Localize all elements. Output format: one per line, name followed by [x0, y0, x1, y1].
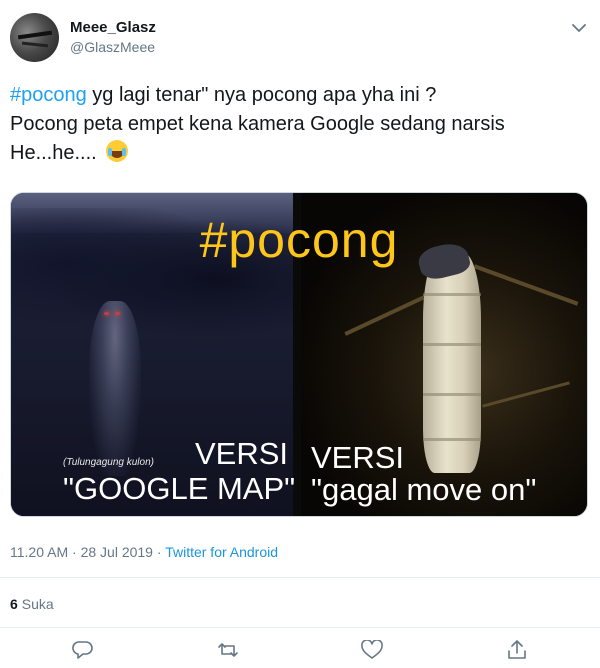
divider: [0, 627, 600, 628]
user-handle[interactable]: @GlaszMeee: [70, 39, 155, 55]
tweet-text: #pocong yg lagi tenar" nya pocong apa yh…: [10, 81, 590, 168]
tweet-line: #pocong yg lagi tenar" nya pocong apa yh…: [10, 81, 590, 110]
tweet-line: Pocong peta empet kena kamera Google sed…: [10, 113, 505, 135]
meta-separator: ·: [152, 544, 166, 560]
tweet-time[interactable]: 11.20 AM: [10, 544, 68, 560]
media-left-versi: VERSI: [195, 436, 289, 471]
avatar-detail: [21, 41, 49, 48]
retweet-icon[interactable]: [217, 640, 239, 660]
media-right-versi: VERSI: [311, 440, 405, 475]
media-wrap-band: [423, 343, 481, 346]
tears-of-joy-emoji: [106, 140, 129, 162]
media-wrap-band: [423, 293, 481, 296]
tweet-line-text: yg lagi tenar" nya pocong apa yha ini ?: [86, 84, 437, 106]
media-ghost-figure: [89, 301, 141, 476]
reply-icon[interactable]: [72, 640, 94, 660]
likes-number: 6: [10, 596, 18, 612]
media-left-label: "GOOGLE MAP": [63, 471, 296, 506]
tweet-meta: 11.20 AM · 28 Jul 2019 · Twitter for And…: [10, 544, 278, 560]
display-name[interactable]: Meee_Glasz: [70, 19, 156, 36]
media-ghost-eye: [115, 312, 120, 315]
hashtag-link[interactable]: #pocong: [10, 84, 87, 106]
tweet-line: He...he....: [10, 139, 590, 168]
media-ghost-eye: [104, 312, 109, 315]
media-wrap-band: [423, 438, 481, 441]
media-wrap-band: [423, 393, 481, 396]
likes-count[interactable]: 6 Suka: [10, 596, 54, 612]
tweet-date[interactable]: 28 Jul 2019: [81, 544, 153, 560]
share-icon[interactable]: [506, 640, 528, 660]
tweet-source-link[interactable]: Twitter for Android: [165, 544, 278, 560]
heart-icon[interactable]: [361, 639, 383, 660]
media-right-label: "gagal move on": [311, 472, 537, 507]
likes-label: Suka: [21, 596, 54, 612]
chevron-down-icon[interactable]: [572, 20, 586, 32]
avatar-detail: [17, 30, 53, 40]
meta-separator: ·: [68, 544, 81, 560]
media-branch: [482, 381, 570, 408]
divider: [0, 577, 600, 578]
media-branch: [344, 294, 428, 336]
media-hashtag-caption: #pocong: [199, 212, 399, 268]
avatar[interactable]: [10, 13, 59, 62]
media-wrapped-figure: [423, 253, 481, 473]
media-location-caption: (Tulungagung kulon): [63, 457, 154, 468]
tweet-media-image[interactable]: #pocong (Tulungagung kulon) VERSI "GOOGL…: [10, 192, 588, 517]
tweet-line-text: He...he....: [10, 142, 97, 164]
media-branch: [473, 264, 579, 306]
